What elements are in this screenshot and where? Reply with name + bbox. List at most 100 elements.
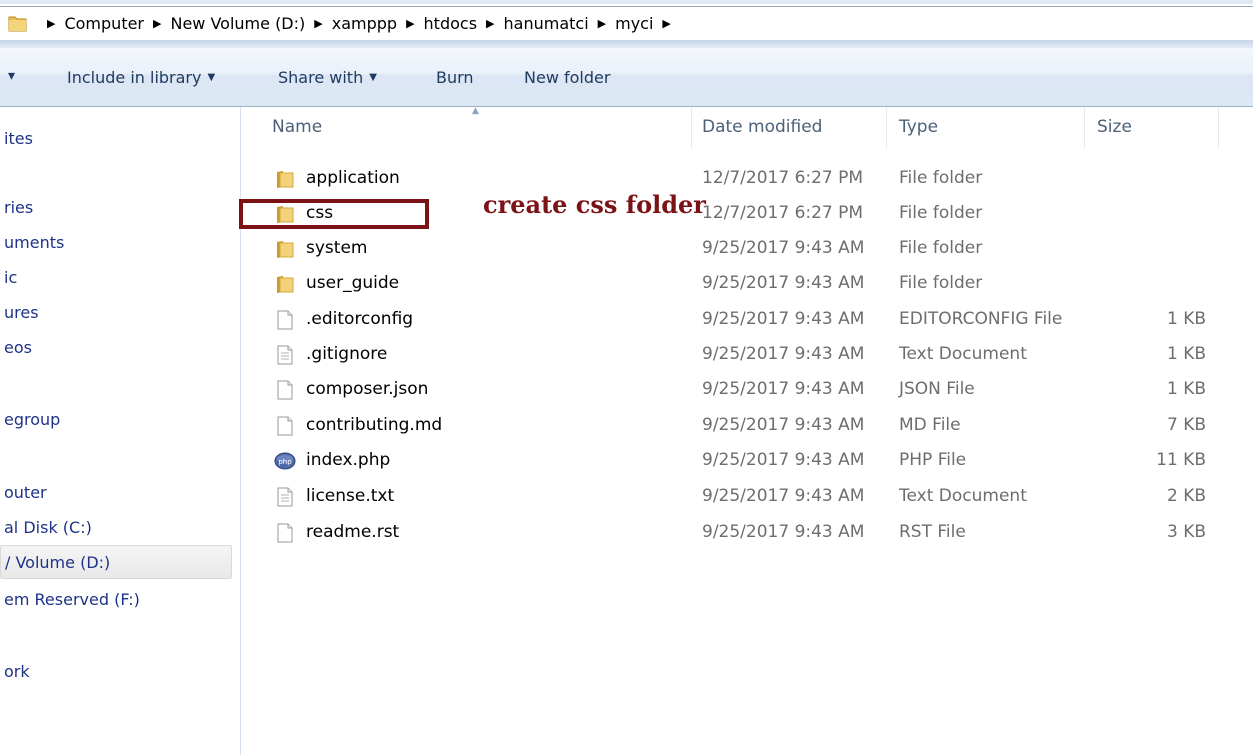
file-date-modified: 9/25/2017 9:43 AM [702,450,865,470]
folder-icon [274,168,296,190]
file-name: system [306,238,368,258]
column-header-name[interactable]: Name [272,117,322,137]
file-date-modified: 9/25/2017 9:43 AM [702,379,865,399]
nav-item-new-volume-d[interactable]: / Volume (D:) [0,545,232,579]
file-size: 7 KB [1166,415,1206,435]
column-divider[interactable] [691,108,692,148]
column-header-size[interactable]: Size [1097,117,1132,137]
nav-item-videos[interactable]: eos [4,338,32,357]
svg-text:php: php [278,458,292,466]
file-type: File folder [899,238,983,258]
breadcrumb: ▶ Computer ▶ New Volume (D:) ▶ xamppp ▶ … [8,10,680,36]
file-size: 2 KB [1166,486,1206,506]
file-date-modified: 9/25/2017 9:43 AM [702,486,865,506]
table-row[interactable]: .editorconfig 9/25/2017 9:43 AM EDITORCO… [270,303,1220,338]
breadcrumb-computer[interactable]: Computer [64,14,144,33]
file-date-modified: 9/25/2017 9:43 AM [702,415,865,435]
breadcrumb-arrow-icon[interactable]: ▶ [314,17,322,30]
file-size: 3 KB [1166,522,1206,542]
breadcrumb-htdocs[interactable]: htdocs [424,14,478,33]
table-row[interactable]: php index.php 9/25/2017 9:43 AM PHP File… [270,444,1220,479]
table-row[interactable]: license.txt 9/25/2017 9:43 AM Text Docum… [270,480,1220,515]
file-type: EDITORCONFIG File [899,309,1063,329]
file-name: .gitignore [306,344,388,364]
column-divider[interactable] [1084,108,1085,148]
file-type: File folder [899,168,983,188]
file-type: RST File [899,522,966,542]
nav-item-favorites[interactable]: ites [4,129,33,148]
chevron-down-icon: ▼ [207,72,216,83]
nav-item-computer[interactable]: outer [4,483,47,502]
address-bar[interactable]: ▶ Computer ▶ New Volume (D:) ▶ xamppp ▶ … [0,0,1253,48]
file-size: 1 KB [1166,344,1206,364]
include-in-library-button[interactable]: Include in library ▼ [67,68,215,87]
sort-ascending-icon: ▲ [472,106,479,116]
table-row[interactable]: user_guide 9/25/2017 9:43 AM File folder [270,267,1220,302]
table-row[interactable]: composer.json 9/25/2017 9:43 AM JSON Fil… [270,373,1220,408]
file-date-modified: 9/25/2017 9:43 AM [702,344,865,364]
file-name: application [306,168,400,188]
breadcrumb-arrow-icon[interactable]: ▶ [662,17,670,30]
navigation-pane: ites ries uments ic ures eos egroup oute… [0,107,241,755]
nav-item-music[interactable]: ic [4,268,17,287]
file-date-modified: 12/7/2017 6:27 PM [702,168,864,188]
new-folder-button[interactable]: New folder [524,68,610,87]
nav-item-libraries[interactable]: ries [4,198,33,217]
table-row[interactable]: .gitignore 9/25/2017 9:43 AM Text Docume… [270,338,1220,373]
file-name: index.php [306,450,391,470]
share-with-label: Share with [278,68,364,87]
column-divider[interactable] [886,108,887,148]
breadcrumb-myci[interactable]: myci [615,14,653,33]
column-divider[interactable] [1218,108,1219,148]
text-file-icon [274,344,296,366]
breadcrumb-arrow-icon[interactable]: ▶ [153,17,161,30]
file-type: Text Document [899,344,1027,364]
burn-button[interactable]: Burn [436,68,474,87]
file-name: contributing.md [306,415,443,435]
file-name: user_guide [306,273,400,293]
column-header-type[interactable]: Type [899,117,938,137]
nav-item-homegroup[interactable]: egroup [4,410,60,429]
table-row[interactable]: readme.rst 9/25/2017 9:43 AM RST File 3 … [270,516,1220,551]
nav-item-documents[interactable]: uments [4,233,64,252]
text-file-icon [274,486,296,508]
folder-icon [8,14,28,32]
breadcrumb-arrow-icon[interactable]: ▶ [406,17,414,30]
file-name: .editorconfig [306,309,414,329]
file-icon [274,309,296,331]
file-size: 1 KB [1166,379,1206,399]
nav-item-network[interactable]: ork [4,662,30,681]
file-name: readme.rst [306,522,400,542]
share-with-button[interactable]: Share with ▼ [278,68,377,87]
table-row[interactable]: contributing.md 9/25/2017 9:43 AM MD Fil… [270,409,1220,444]
breadcrumb-arrow-icon[interactable]: ▶ [486,17,494,30]
file-icon [274,522,296,544]
breadcrumb-new-volume[interactable]: New Volume (D:) [170,14,305,33]
file-icon [274,379,296,401]
nav-item-local-disk-c[interactable]: al Disk (C:) [4,518,92,537]
breadcrumb-xamppp[interactable]: xamppp [332,14,397,33]
file-date-modified: 9/25/2017 9:43 AM [702,309,865,329]
command-bar: ▾ Include in library ▼ Share with ▼ Burn… [0,48,1253,107]
annotation-text: create css folder [483,190,706,219]
file-type: MD File [899,415,961,435]
file-name: composer.json [306,379,429,399]
file-type: JSON File [899,379,975,399]
organize-dropdown-caret[interactable]: ▾ [8,68,15,84]
file-type: File folder [899,273,983,293]
breadcrumb-arrow-icon[interactable]: ▶ [47,17,55,30]
column-header-date-modified[interactable]: Date modified [702,117,822,137]
address-bar-divider [0,40,1253,48]
file-size: 11 KB [1156,450,1206,470]
file-date-modified: 12/7/2017 6:27 PM [702,203,864,223]
folder-icon [274,238,296,260]
breadcrumb-arrow-icon[interactable]: ▶ [598,17,606,30]
file-type: PHP File [899,450,967,470]
breadcrumb-hanumatci[interactable]: hanumatci [504,14,589,33]
annotation-highlight-box [239,199,429,229]
table-row[interactable]: system 9/25/2017 9:43 AM File folder [270,232,1220,267]
table-row[interactable]: application 12/7/2017 6:27 PM File folde… [270,162,1220,197]
nav-item-pictures[interactable]: ures [4,303,39,322]
nav-item-system-reserved-f[interactable]: em Reserved (F:) [4,590,140,609]
file-size: 1 KB [1166,309,1206,329]
